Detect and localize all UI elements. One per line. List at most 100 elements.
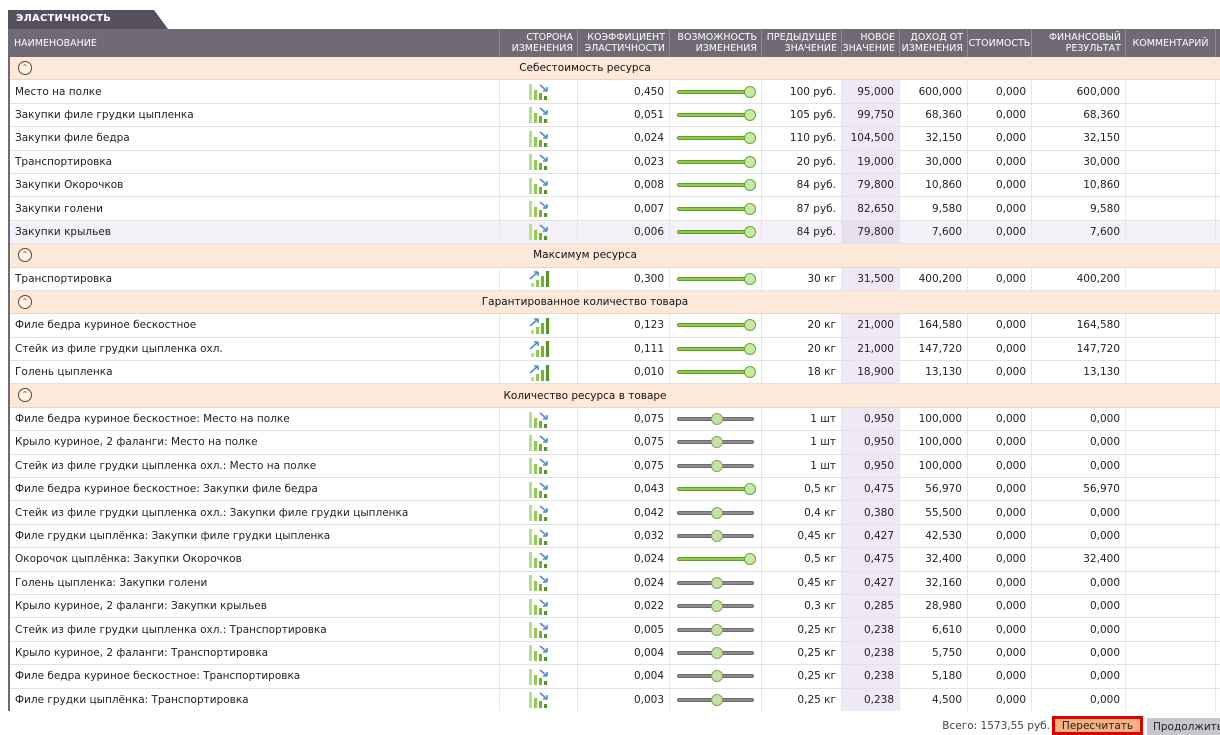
table-row[interactable]: Голень цыпленка: Закупки голени 0,024 0,… [10, 571, 1220, 595]
cell-new-value[interactable]: 95,000 [842, 80, 900, 103]
possibility-toggle-slider[interactable] [675, 366, 756, 379]
table-row[interactable]: Филе грудки цыплёнка: Транспортировка 0,… [10, 688, 1220, 711]
slider-knob[interactable] [744, 319, 756, 332]
table-row[interactable]: Стейк из филе грудки цыпленка охл.: Тран… [10, 618, 1220, 642]
chart-down-icon[interactable] [500, 80, 578, 103]
cell-comment[interactable] [1126, 641, 1216, 665]
cell-comment[interactable] [1126, 431, 1216, 454]
possibility-toggle-slider[interactable] [675, 108, 756, 121]
cell-new-value[interactable]: 0,427 [842, 571, 900, 594]
table-row[interactable]: Филе бедра куриное бескостное: Закупки ф… [10, 478, 1220, 502]
chart-down-icon[interactable] [500, 454, 578, 478]
tab-elasticity[interactable]: ЭЛАСТИЧНОСТЬ [8, 10, 168, 29]
table-row[interactable]: Закупки крыльев 0,006 84 руб. 79,800 7,6… [10, 220, 1220, 245]
chart-down-icon[interactable] [500, 594, 578, 618]
chart-down-icon[interactable] [500, 665, 578, 688]
chart-down-icon[interactable] [500, 478, 578, 501]
chart-down-icon[interactable] [500, 548, 578, 571]
possibility-toggle-slider[interactable] [675, 506, 756, 519]
table-row[interactable]: Филе грудки цыплёнка: Закупки филе грудк… [10, 524, 1220, 549]
table-row[interactable]: Стейк из филе грудки цыпленка охл. 0,111… [10, 337, 1220, 362]
slider-knob[interactable] [711, 576, 723, 589]
cell-comment[interactable] [1126, 407, 1216, 431]
cell-comment[interactable] [1126, 594, 1216, 618]
cell-comment[interactable] [1126, 571, 1216, 594]
chart-down-icon[interactable] [500, 524, 578, 548]
cell-new-value[interactable]: 21,000 [842, 337, 900, 361]
table-row[interactable]: Транспортировка 0,023 20 руб. 19,000 30,… [10, 150, 1220, 174]
chart-down-icon[interactable] [500, 150, 578, 173]
cell-comment[interactable] [1126, 454, 1216, 478]
possibility-toggle-slider[interactable] [675, 202, 756, 215]
cell-new-value[interactable]: 21,000 [842, 314, 900, 337]
chart-down-icon[interactable] [500, 688, 578, 711]
cell-new-value[interactable]: 0,238 [842, 688, 900, 711]
col-header-comment[interactable]: КОММЕНТАРИЙ [1126, 29, 1216, 57]
chart-down-icon[interactable] [500, 501, 578, 524]
cell-comment[interactable] [1126, 103, 1216, 127]
cell-new-value[interactable]: 0,475 [842, 548, 900, 571]
chart-down-icon[interactable] [500, 431, 578, 454]
cell-new-value[interactable]: 19,000 [842, 150, 900, 173]
possibility-toggle-slider[interactable] [675, 623, 756, 636]
slider-knob[interactable] [744, 366, 756, 379]
possibility-toggle-slider[interactable] [675, 413, 756, 426]
col-header-name[interactable]: НАИМЕНОВАНИЕ [10, 29, 500, 57]
cell-new-value[interactable]: 0,380 [842, 501, 900, 524]
col-header-side[interactable]: СТОРОНА ИЗМЕНЕНИЯ [500, 29, 578, 57]
chart-down-icon[interactable] [500, 197, 578, 220]
col-header-cost[interactable]: СТОИМОСТЬ [968, 29, 1032, 57]
col-header-poss[interactable]: ВОЗМОЖНОСТЬ ИЗМЕНЕНИЯ [670, 29, 762, 57]
possibility-toggle-slider[interactable] [675, 530, 756, 542]
chart-down-icon[interactable] [500, 103, 578, 127]
cell-new-value[interactable]: 18,900 [842, 361, 900, 384]
slider-knob[interactable] [744, 553, 756, 566]
col-header-income[interactable]: ДОХОД ОТ ИЗМЕНЕНИЯ [900, 29, 968, 57]
cell-new-value[interactable]: 82,650 [842, 197, 900, 220]
chart-down-icon[interactable] [500, 571, 578, 594]
cell-comment[interactable] [1126, 524, 1216, 548]
possibility-toggle-slider[interactable] [675, 553, 756, 566]
slider-knob[interactable] [711, 530, 723, 542]
slider-knob[interactable] [711, 413, 723, 426]
cell-comment[interactable] [1126, 267, 1216, 290]
table-row[interactable]: Крыло куриное, 2 фаланги: Место на полке… [10, 431, 1220, 455]
cell-comment[interactable] [1126, 337, 1216, 361]
slider-knob[interactable] [744, 132, 756, 145]
cell-new-value[interactable]: 104,500 [842, 127, 900, 150]
possibility-toggle-slider[interactable] [675, 225, 756, 238]
possibility-toggle-slider[interactable] [675, 85, 756, 98]
table-row[interactable]: Закупки Окорочков 0,008 84 руб. 79,800 1… [10, 173, 1220, 198]
slider-knob[interactable] [744, 225, 756, 238]
slider-knob[interactable] [744, 202, 756, 215]
chart-down-icon[interactable] [500, 127, 578, 150]
slider-knob[interactable] [711, 436, 723, 449]
chart-up-icon[interactable] [500, 314, 578, 337]
table-row[interactable]: Транспортировка 0,300 30 кг 31,500 400,2… [10, 267, 1220, 291]
table-row[interactable]: Филе бедра куриное бескостное: Место на … [10, 407, 1220, 432]
slider-knob[interactable] [711, 670, 723, 683]
cell-comment[interactable] [1126, 127, 1216, 150]
possibility-toggle-slider[interactable] [675, 600, 756, 613]
cell-comment[interactable] [1126, 478, 1216, 501]
possibility-toggle-slider[interactable] [675, 646, 756, 659]
chart-up-icon[interactable] [500, 337, 578, 361]
possibility-toggle-slider[interactable] [675, 272, 756, 285]
chart-down-icon[interactable] [500, 641, 578, 665]
chart-up-icon[interactable] [500, 267, 578, 290]
chart-up-icon[interactable] [500, 361, 578, 384]
possibility-toggle-slider[interactable] [675, 483, 756, 496]
cell-comment[interactable] [1126, 501, 1216, 524]
cell-comment[interactable] [1126, 548, 1216, 571]
slider-knob[interactable] [711, 693, 723, 706]
table-row[interactable]: Закупки голени 0,007 87 руб. 82,650 9,58… [10, 197, 1220, 221]
recalculate-button[interactable]: Пересчитать [1052, 716, 1143, 735]
cell-new-value[interactable]: 0,427 [842, 524, 900, 548]
cell-new-value[interactable]: 0,475 [842, 478, 900, 501]
possibility-toggle-slider[interactable] [675, 459, 756, 472]
cell-new-value[interactable]: 31,500 [842, 267, 900, 290]
cell-new-value[interactable]: 79,800 [842, 173, 900, 197]
possibility-toggle-slider[interactable] [675, 436, 756, 449]
table-row[interactable]: Закупки филе бедра 0,024 110 руб. 104,50… [10, 127, 1220, 151]
table-row[interactable]: Голень цыпленка 0,010 18 кг 18,900 13,13… [10, 361, 1220, 385]
